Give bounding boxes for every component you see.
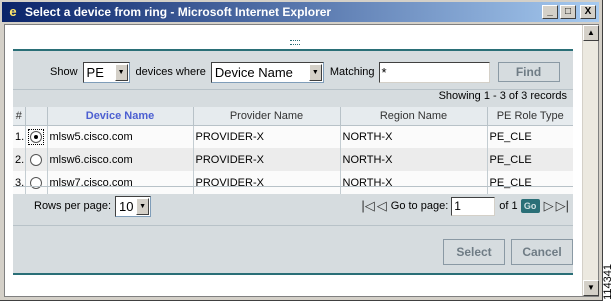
device-type-value: PE [86, 64, 104, 80]
row-number: 2. [13, 148, 25, 171]
go-button[interactable]: Go [520, 199, 540, 213]
ie-logo-icon: e [9, 4, 17, 19]
cancel-button[interactable]: Cancel [511, 239, 573, 265]
rows-per-page-select[interactable]: 10 ▼ [115, 195, 152, 217]
chevron-down-icon[interactable]: ▼ [114, 63, 128, 81]
region-name-cell: NORTH-X [339, 148, 487, 171]
previous-page-icon[interactable]: ◁ [377, 198, 387, 214]
chevron-down-icon[interactable]: ▼ [136, 197, 150, 215]
rows-per-page-label: Rows per page: [34, 200, 112, 212]
matching-label: Matching [329, 66, 375, 78]
device-table: # Device Name Provider Name Region Name … [13, 107, 573, 194]
row-radio-button[interactable] [29, 153, 42, 166]
show-label: Show [50, 66, 78, 78]
device-type-select[interactable]: PE ▼ [82, 61, 130, 83]
column-header-select [24, 107, 47, 126]
provider-name-cell: PROVIDER-X [192, 125, 340, 148]
minimize-button[interactable]: _ [542, 5, 558, 19]
table-header-row: # Device Name Provider Name Region Name … [13, 107, 573, 126]
table-row[interactable]: 2. mlsw6.cisco.com PROVIDER-X NORTH-X PE… [13, 148, 573, 171]
page-content: Show PE ▼ devices where Device Name ▼ Ma… [4, 24, 599, 297]
browser-window: e Select a device from ring - Microsoft … [0, 0, 603, 301]
page-number-input[interactable]: 1 [451, 196, 496, 216]
column-header-number: # [13, 107, 25, 126]
rows-per-page-value: 10 [119, 198, 134, 214]
table-row[interactable]: 1. mlsw5.cisco.com PROVIDER-X NORTH-X PE… [13, 125, 573, 148]
scroll-down-icon[interactable]: ▼ [583, 280, 599, 296]
first-page-icon[interactable]: |◁ [361, 198, 374, 214]
records-count: Showing 1 - 3 of 3 records [13, 89, 573, 105]
provider-name-cell: PROVIDER-X [192, 148, 340, 171]
row-select-cell[interactable] [24, 125, 47, 148]
window-title: Select a device from ring - Microsoft In… [25, 5, 332, 19]
drag-handle-icon[interactable] [290, 40, 300, 45]
row-select-cell[interactable] [24, 148, 47, 171]
region-name-cell: NORTH-X [339, 125, 487, 148]
chevron-down-icon[interactable]: ▼ [308, 63, 322, 81]
device-name-cell: mlsw5.cisco.com [46, 125, 193, 148]
figure-number: 114341 [602, 264, 614, 300]
column-header-region-name[interactable]: Region Name [339, 107, 487, 126]
filter-field-value: Device Name [214, 64, 293, 80]
page-count-label: of 1 [499, 200, 518, 212]
last-page-icon[interactable]: ▷| [556, 198, 569, 214]
filter-bar: Show PE ▼ devices where Device Name ▼ Ma… [13, 59, 573, 85]
row-radio-button[interactable] [29, 130, 42, 143]
vertical-scrollbar[interactable]: ▲ ▼ [582, 25, 599, 296]
pagination-bar: Rows per page: 10 ▼ |◁ ◁ Go to page: 1 o… [13, 186, 573, 226]
device-selector-panel: Show PE ▼ devices where Device Name ▼ Ma… [13, 49, 573, 275]
close-button[interactable]: X [580, 5, 596, 19]
matching-input[interactable]: * [378, 61, 490, 83]
next-page-icon[interactable]: ▷ [544, 198, 554, 214]
title-bar: e Select a device from ring - Microsoft … [2, 2, 599, 22]
scroll-up-icon[interactable]: ▲ [583, 25, 599, 41]
maximize-button[interactable]: □ [560, 5, 576, 19]
column-header-provider-name[interactable]: Provider Name [192, 107, 340, 126]
go-to-page-label: Go to page: [390, 200, 449, 212]
row-number: 1. [13, 125, 25, 148]
dialog-actions: Select Cancel [13, 231, 573, 271]
pe-role-type-cell: PE_CLE [486, 125, 573, 148]
filter-field-select[interactable]: Device Name ▼ [210, 61, 324, 83]
find-button[interactable]: Find [497, 62, 560, 82]
pe-role-type-cell: PE_CLE [486, 148, 573, 171]
device-name-cell: mlsw6.cisco.com [46, 148, 193, 171]
column-header-pe-role-type[interactable]: PE Role Type [486, 107, 573, 126]
select-button[interactable]: Select [443, 239, 505, 265]
column-header-device-name[interactable]: Device Name [46, 107, 193, 126]
devices-where-label: devices where [135, 66, 206, 78]
